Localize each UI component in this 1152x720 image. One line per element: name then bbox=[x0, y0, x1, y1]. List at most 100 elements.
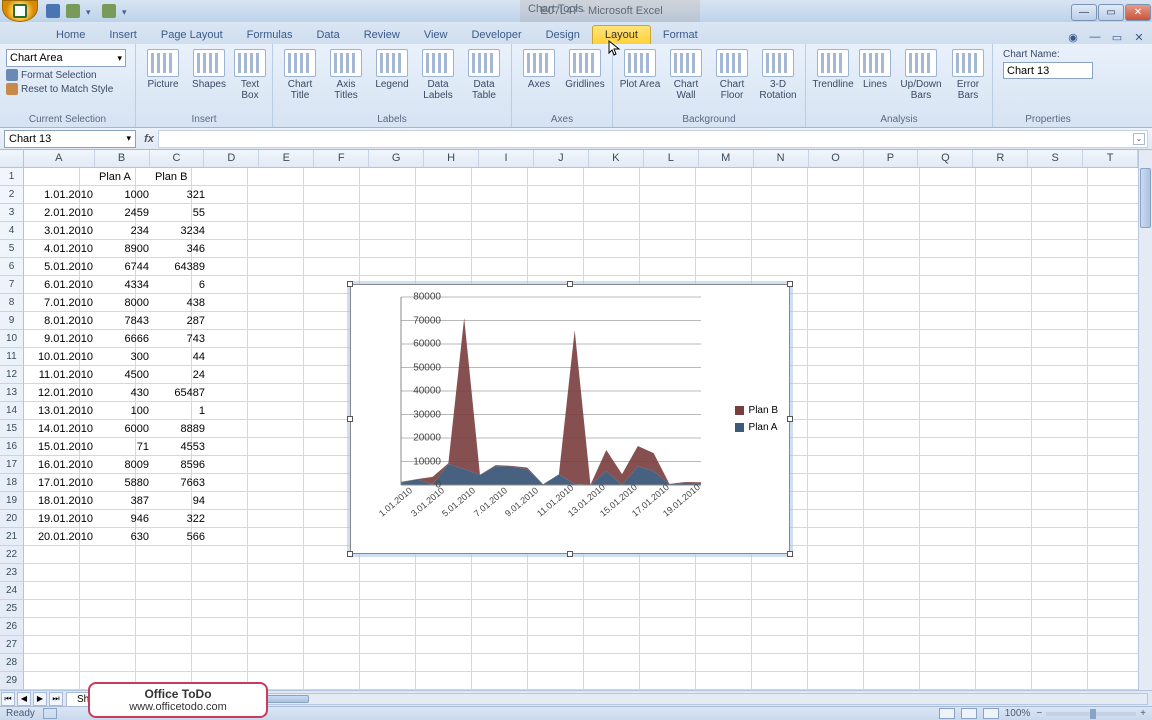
fx-icon[interactable]: fx bbox=[140, 133, 158, 145]
sheet-nav-next[interactable]: ▶ bbox=[33, 692, 47, 706]
row-header[interactable]: 29 bbox=[0, 672, 24, 690]
formula-input[interactable]: ⌄ bbox=[158, 130, 1148, 148]
row-header[interactable]: 25 bbox=[0, 600, 24, 618]
macro-record-icon[interactable] bbox=[43, 708, 57, 719]
resize-handle[interactable] bbox=[347, 416, 353, 422]
column-header[interactable]: L bbox=[644, 150, 699, 167]
redo-icon[interactable] bbox=[102, 4, 116, 18]
embedded-chart[interactable]: Plan B Plan A 01000020000300004000050000… bbox=[350, 284, 790, 554]
row-header[interactable]: 12 bbox=[0, 366, 24, 384]
tab-design[interactable]: Design bbox=[534, 26, 592, 44]
resize-handle[interactable] bbox=[567, 281, 573, 287]
tab-page-layout[interactable]: Page Layout bbox=[149, 26, 235, 44]
row-header[interactable]: 17 bbox=[0, 456, 24, 474]
tab-view[interactable]: View bbox=[412, 26, 460, 44]
row-header[interactable]: 14 bbox=[0, 402, 24, 420]
column-header[interactable]: A bbox=[24, 150, 95, 167]
legend-button[interactable]: Legend bbox=[371, 47, 413, 90]
row-header[interactable]: 18 bbox=[0, 474, 24, 492]
row-header[interactable]: 24 bbox=[0, 582, 24, 600]
vertical-scrollbar[interactable] bbox=[1138, 150, 1152, 692]
picture-button[interactable]: Picture bbox=[142, 47, 184, 90]
restore-workbook-icon[interactable]: ▭ bbox=[1110, 30, 1124, 44]
tab-format[interactable]: Format bbox=[651, 26, 710, 44]
minimize-ribbon-icon[interactable]: — bbox=[1088, 30, 1102, 44]
row-header[interactable]: 23 bbox=[0, 564, 24, 582]
sheet-nav-last[interactable]: ⏭ bbox=[49, 692, 63, 706]
undo-icon[interactable] bbox=[66, 4, 80, 18]
column-header[interactable]: M bbox=[699, 150, 754, 167]
undo-dropdown[interactable] bbox=[86, 6, 96, 16]
zoom-out-icon[interactable]: − bbox=[1036, 708, 1042, 719]
zoom-slider[interactable]: − + bbox=[1036, 708, 1146, 719]
close-workbook-icon[interactable]: ✕ bbox=[1132, 30, 1146, 44]
row-header[interactable]: 2 bbox=[0, 186, 24, 204]
chart-element-selector[interactable]: Chart Area▾ bbox=[6, 49, 126, 67]
page-layout-view-button[interactable] bbox=[961, 708, 977, 719]
sheet-nav-first[interactable]: ⏮ bbox=[1, 692, 15, 706]
minimize-button[interactable]: — bbox=[1071, 4, 1097, 21]
resize-handle[interactable] bbox=[347, 281, 353, 287]
chart-legend[interactable]: Plan B Plan A bbox=[732, 400, 781, 438]
zoom-level[interactable]: 100% bbox=[1005, 708, 1031, 719]
page-break-view-button[interactable] bbox=[983, 708, 999, 719]
chart-wall-button[interactable]: Chart Wall bbox=[665, 47, 707, 101]
column-header[interactable]: I bbox=[479, 150, 534, 167]
tab-layout[interactable]: Layout bbox=[592, 25, 651, 44]
data-labels-button[interactable]: Data Labels bbox=[417, 47, 459, 101]
normal-view-button[interactable] bbox=[939, 708, 955, 719]
close-button[interactable]: ✕ bbox=[1125, 4, 1151, 21]
error-bars-button[interactable]: Error Bars bbox=[950, 47, 986, 101]
row-header[interactable]: 6 bbox=[0, 258, 24, 276]
row-header[interactable]: 10 bbox=[0, 330, 24, 348]
data-table-button[interactable]: Data Table bbox=[463, 47, 505, 101]
select-all-corner[interactable] bbox=[0, 150, 24, 168]
column-header[interactable]: R bbox=[973, 150, 1028, 167]
column-header[interactable]: O bbox=[809, 150, 864, 167]
row-header[interactable]: 27 bbox=[0, 636, 24, 654]
resize-handle[interactable] bbox=[567, 551, 573, 557]
row-headers[interactable]: 1234567891011121314151617181920212223242… bbox=[0, 168, 24, 692]
row-header[interactable]: 16 bbox=[0, 438, 24, 456]
row-header[interactable]: 13 bbox=[0, 384, 24, 402]
tab-home[interactable]: Home bbox=[44, 26, 97, 44]
sheet-nav-prev[interactable]: ◀ bbox=[17, 692, 31, 706]
tab-data[interactable]: Data bbox=[304, 26, 351, 44]
plot-area[interactable] bbox=[401, 297, 699, 483]
tab-insert[interactable]: Insert bbox=[97, 26, 149, 44]
chart-floor-button[interactable]: Chart Floor bbox=[711, 47, 753, 101]
column-header[interactable]: B bbox=[95, 150, 150, 167]
row-header[interactable]: 15 bbox=[0, 420, 24, 438]
row-header[interactable]: 7 bbox=[0, 276, 24, 294]
textbox-button[interactable]: Text Box bbox=[234, 47, 266, 101]
plot-area-button[interactable]: Plot Area bbox=[619, 47, 661, 90]
row-header[interactable]: 21 bbox=[0, 528, 24, 546]
format-selection-button[interactable]: Format Selection bbox=[6, 69, 97, 81]
column-header[interactable]: G bbox=[369, 150, 424, 167]
3d-rotation-button[interactable]: 3-D Rotation bbox=[757, 47, 799, 101]
reset-style-button[interactable]: Reset to Match Style bbox=[6, 83, 113, 95]
axis-titles-button[interactable]: Axis Titles bbox=[325, 47, 367, 101]
updown-bars-button[interactable]: Up/Down Bars bbox=[896, 47, 946, 101]
zoom-in-icon[interactable]: + bbox=[1140, 708, 1146, 719]
column-header[interactable]: K bbox=[589, 150, 644, 167]
gridlines-button[interactable]: Gridlines bbox=[564, 47, 606, 90]
row-header[interactable]: 1 bbox=[0, 168, 24, 186]
column-header[interactable]: P bbox=[864, 150, 919, 167]
resize-handle[interactable] bbox=[787, 416, 793, 422]
expand-formula-icon[interactable]: ⌄ bbox=[1133, 133, 1145, 145]
resize-handle[interactable] bbox=[787, 551, 793, 557]
row-header[interactable]: 9 bbox=[0, 312, 24, 330]
chart-title-button[interactable]: Chart Title bbox=[279, 47, 321, 101]
horizontal-scrollbar[interactable] bbox=[126, 693, 1148, 705]
column-header[interactable]: N bbox=[754, 150, 809, 167]
maximize-button[interactable]: ▭ bbox=[1098, 4, 1124, 21]
column-header[interactable]: D bbox=[204, 150, 259, 167]
row-header[interactable]: 3 bbox=[0, 204, 24, 222]
tab-formulas[interactable]: Formulas bbox=[235, 26, 305, 44]
column-header[interactable]: H bbox=[424, 150, 479, 167]
row-header[interactable]: 11 bbox=[0, 348, 24, 366]
column-header[interactable]: T bbox=[1083, 150, 1138, 167]
row-header[interactable]: 22 bbox=[0, 546, 24, 564]
axes-button[interactable]: Axes bbox=[518, 47, 560, 90]
